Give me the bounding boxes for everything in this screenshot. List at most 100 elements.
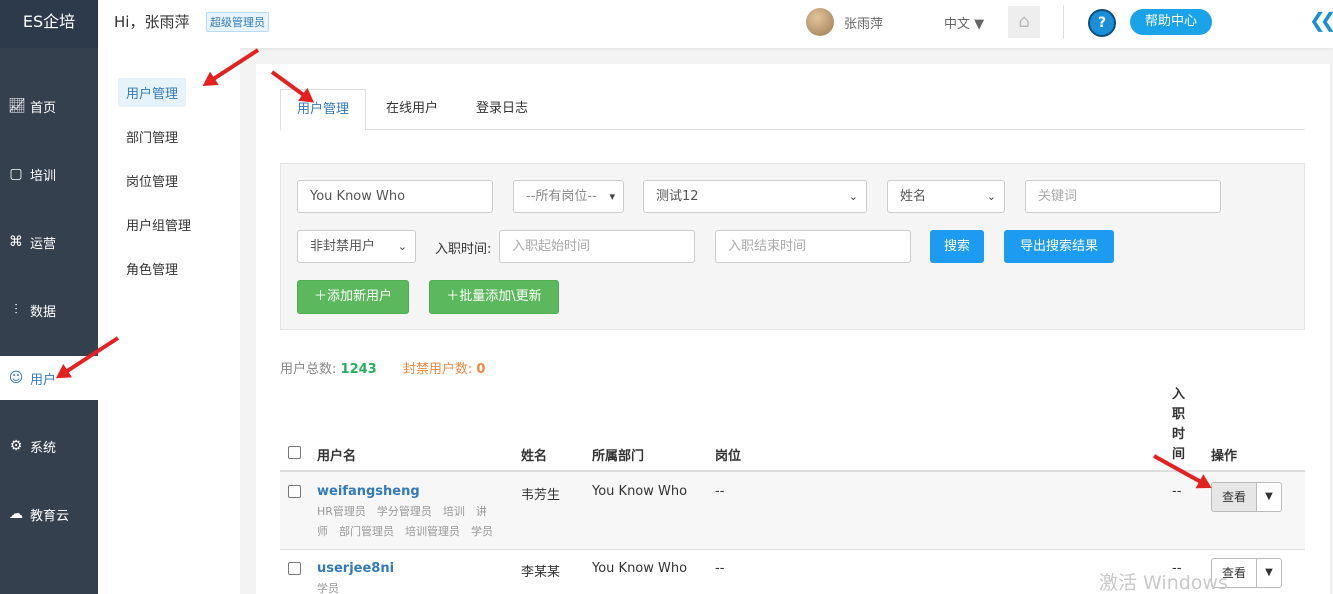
tab-login-log[interactable]: 登录日志 — [460, 89, 544, 130]
tab-online-users[interactable]: 在线用户 — [370, 89, 454, 130]
chevron-down-icon: ⌄ — [986, 190, 996, 203]
sub-navigation: 用户管理 部门管理 岗位管理 用户组管理 角色管理 — [98, 48, 240, 594]
actions-dropdown-button[interactable]: ▼ — [1257, 558, 1282, 588]
lock-status-select[interactable]: 非封禁用户 ⌄ — [297, 230, 416, 263]
batch-add-update-button[interactable]: ＋批量添加\更新 — [429, 280, 559, 314]
subnav-item-department-management[interactable]: 部门管理 — [126, 127, 178, 146]
select-all-checkbox[interactable] — [288, 446, 301, 459]
language-label: 中文 — [944, 17, 971, 32]
column-post: 岗位 — [715, 449, 742, 464]
user-roles-line: HR管理员 学分管理员 培训 讲 — [317, 505, 487, 518]
sidebar-item-label: 数据 — [30, 304, 57, 320]
username-link[interactable]: userjee8ni — [317, 561, 394, 576]
help-center-button[interactable]: 帮助中心 — [1130, 9, 1212, 35]
sidebar-item-system[interactable]: ⚙ 系统 — [0, 424, 98, 468]
gear-icon: ⚙ — [9, 438, 23, 454]
greeting-text: Hi，张雨萍 — [114, 13, 190, 31]
sidebar-item-edu-cloud[interactable]: ☁ 教育云 — [0, 492, 98, 536]
help-question-icon[interactable]: ? — [1088, 9, 1116, 37]
language-select[interactable]: 中文 ▼ — [944, 13, 984, 32]
user-stats: 用户总数: 1243 封禁用户数: 0 — [280, 358, 485, 377]
command-icon: ⌘ — [9, 234, 23, 250]
department-select[interactable]: 测试12 ⌄ — [643, 180, 867, 213]
role-badge: 超级管理员 — [206, 12, 269, 32]
user-department: You Know Who — [592, 561, 688, 576]
hire-time-label: 入职时间: — [435, 242, 492, 257]
subnav-item-role-management[interactable]: 角色管理 — [126, 259, 178, 278]
sidebar-item-data[interactable]: ⫶ 数据 — [0, 288, 98, 332]
add-new-user-button[interactable]: ＋添加新用户 — [297, 280, 409, 314]
row-checkbox[interactable] — [288, 562, 301, 575]
sidebar-item-home[interactable]: 📈︎ 首页 — [0, 84, 98, 128]
subnav-item-post-management[interactable]: 岗位管理 — [126, 171, 178, 190]
caret-down-icon: ▼ — [974, 17, 985, 32]
user-roles: HR管理员 学分管理员 培训 讲 师 部门管理员 培训管理员 学员 — [317, 502, 507, 542]
banned-users-count: 0 — [476, 362, 486, 377]
user-post: -- — [715, 561, 725, 576]
search-button[interactable]: 搜索 — [930, 230, 984, 263]
user-roles: 学员 — [317, 579, 507, 594]
column-actions: 操作 — [1211, 449, 1238, 464]
user-hire-time: -- — [1172, 484, 1182, 499]
avatar[interactable] — [806, 8, 834, 36]
column-name: 姓名 — [521, 449, 548, 464]
keyword-type-value: 姓名 — [900, 189, 927, 204]
caret-down-icon: ▾ — [609, 190, 615, 203]
user-department: You Know Who — [592, 484, 688, 499]
total-users-count: 1243 — [340, 362, 377, 377]
keyword-input[interactable]: 关键词 — [1025, 180, 1221, 213]
book-icon: ▢ — [9, 166, 23, 182]
home-button[interactable]: ⌂ — [1008, 6, 1040, 38]
windows-activation-watermark: 激活 Windows — [1099, 572, 1228, 594]
sidebar-item-training[interactable]: ▢ 培训 — [0, 152, 98, 196]
user-roles-line: 师 部门管理员 培训管理员 学员 — [317, 525, 493, 538]
chevron-down-icon: ⌄ — [848, 190, 858, 203]
chevron-down-icon: ⌄ — [397, 240, 407, 253]
caret-down-icon: ▼ — [1265, 491, 1273, 502]
hire-start-input[interactable]: 入职起始时间 — [499, 230, 695, 263]
current-username[interactable]: 张雨萍 — [844, 13, 883, 32]
caret-down-icon: ▼ — [1265, 567, 1273, 578]
top-bar: Hi，张雨萍 超级管理员 张雨萍 中文 ▼ ⌂ ? 帮助中心 ❮❮ — [98, 0, 1333, 48]
cloud-icon: ☁ — [9, 506, 23, 522]
username-link[interactable]: weifangsheng — [317, 484, 420, 499]
main-sidebar: ES企培 📈︎ 首页 ▢ 培训 ⌘ 运营 ⫶ 数据 ☺ 用户 ⚙ 系统 ☁ 教育云 — [0, 0, 98, 594]
export-results-button[interactable]: 导出搜索结果 — [1004, 230, 1114, 263]
sidebar-item-label: 系统 — [30, 440, 57, 456]
total-users-label: 用户总数: — [280, 362, 337, 377]
hire-end-input[interactable]: 入职结束时间 — [715, 230, 911, 263]
user-name: 韦芳生 — [521, 488, 561, 503]
keyword-type-select[interactable]: 姓名 ⌄ — [887, 180, 1005, 213]
subnav-item-user-management[interactable]: 用户管理 — [118, 78, 187, 107]
lock-status-value: 非封禁用户 — [310, 239, 376, 254]
organization-select[interactable]: You Know Who — [297, 180, 493, 213]
divider — [1063, 5, 1064, 39]
app-logo[interactable]: ES企培 — [0, 0, 98, 48]
sidebar-item-operations[interactable]: ⌘ 运营 — [0, 220, 98, 264]
users-icon: ☺ — [8, 370, 24, 386]
sidebar-item-label: 培训 — [30, 168, 57, 184]
user-name: 李某某 — [521, 565, 561, 580]
actions-dropdown-button[interactable]: ▼ — [1257, 482, 1282, 512]
banned-users-label: 封禁用户数: — [402, 362, 473, 377]
table-header: 用户名 姓名 所属部门 岗位 入职时间 操作 — [280, 382, 1305, 472]
sidebar-item-label: 首页 — [30, 100, 57, 116]
user-post: -- — [715, 484, 725, 499]
row-actions: 查看 ▼ — [1211, 482, 1282, 512]
subnav-item-usergroup-management[interactable]: 用户组管理 — [126, 215, 191, 234]
bar-chart-icon: ⫶ — [14, 302, 18, 318]
home-icon: ⌂ — [1018, 11, 1030, 32]
row-checkbox[interactable] — [288, 485, 301, 498]
sidebar-item-label: 运营 — [30, 236, 57, 252]
chart-icon: 📈︎ — [8, 98, 26, 114]
tab-user-management[interactable]: 用户管理 — [280, 89, 367, 131]
view-button[interactable]: 查看 — [1211, 482, 1257, 512]
column-username: 用户名 — [317, 449, 357, 464]
department-select-value: 测试12 — [656, 189, 699, 204]
main-panel: 用户管理 在线用户 登录日志 You Know Who --所有岗位-- ▾ 测试… — [256, 64, 1330, 594]
user-roles-line: 学员 — [317, 582, 339, 594]
table-row: weifangsheng HR管理员 学分管理员 培训 讲 师 部门管理员 培训… — [280, 472, 1305, 550]
column-department: 所属部门 — [592, 449, 645, 464]
post-select[interactable]: --所有岗位-- ▾ — [513, 180, 624, 213]
collapse-chevron-icon[interactable]: ❮❮ — [1309, 8, 1333, 32]
